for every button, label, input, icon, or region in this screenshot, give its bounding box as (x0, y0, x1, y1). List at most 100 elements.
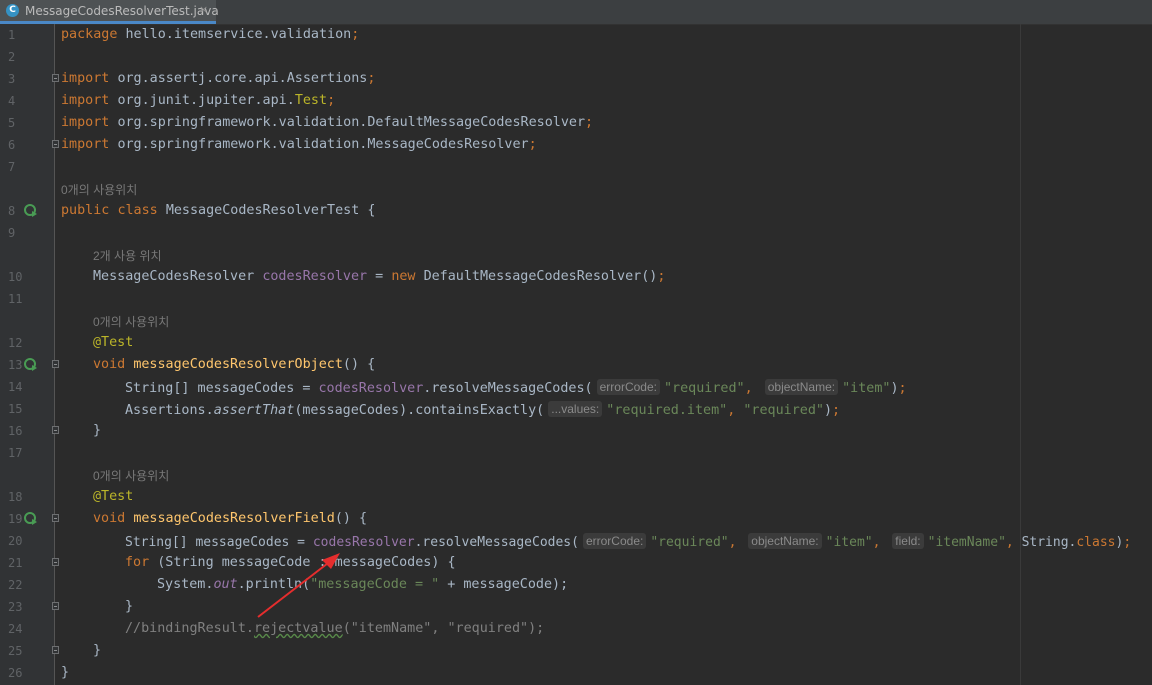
line-number: 18 (8, 490, 23, 504)
code-line: 5 import org.springframework.validation.… (0, 112, 1152, 134)
usage-hint-row: 0개의 사용위치 (0, 310, 1152, 332)
usage-hint[interactable]: 0개의 사용위치 (93, 467, 169, 484)
param-hint: field: (892, 533, 924, 549)
code-text[interactable]: import org.assertj.core.api.Assertions; (61, 71, 375, 86)
fold-icon[interactable] (52, 558, 59, 566)
code-line: 8 public class MessageCodesResolverTest … (0, 200, 1152, 222)
java-class-icon: C (6, 4, 19, 17)
run-test-icon[interactable] (24, 512, 38, 526)
code-text[interactable]: Assertions.assertThat(messageCodes).cont… (125, 401, 840, 418)
code-line: 19 void messageCodesResolverField() { (0, 508, 1152, 530)
code-line: 13 void messageCodesResolverObject() { (0, 354, 1152, 376)
line-number: 5 (8, 116, 16, 130)
code-line: 9 (0, 222, 1152, 244)
fold-icon[interactable] (52, 74, 59, 82)
line-number: 4 (8, 94, 16, 108)
code-text[interactable]: for (String messageCode : messageCodes) … (125, 555, 456, 570)
line-number: 9 (8, 226, 16, 240)
code-text[interactable]: @Test (93, 489, 133, 504)
fold-icon[interactable] (52, 360, 59, 368)
fold-icon[interactable] (52, 646, 59, 654)
line-number: 21 (8, 556, 23, 570)
line-number: 25 (8, 644, 23, 658)
code-line: 17 (0, 442, 1152, 464)
line-number: 10 (8, 270, 23, 284)
fold-icon[interactable] (52, 426, 59, 434)
line-number: 20 (8, 534, 23, 548)
usage-hint-row: 0개의 사용위치 (0, 464, 1152, 486)
usage-hint[interactable]: 2개 사용 위치 (93, 247, 162, 264)
code-text[interactable]: } (61, 665, 69, 680)
line-number: 11 (8, 292, 23, 306)
file-tab[interactable]: C MessageCodesResolverTest.java × (0, 0, 219, 24)
code-text[interactable]: System.out.println("messageCode = " + me… (157, 577, 568, 592)
code-line: 12 @Test (0, 332, 1152, 354)
code-line: 4 import org.junit.jupiter.api.Test; (0, 90, 1152, 112)
code-text[interactable]: } (93, 643, 101, 658)
code-line: 6 import org.springframework.validation.… (0, 134, 1152, 156)
fold-icon[interactable] (52, 602, 59, 610)
code-text[interactable]: } (125, 599, 133, 614)
param-hint: ...values: (548, 401, 603, 417)
code-text[interactable]: void messageCodesResolverObject() { (93, 357, 375, 372)
code-line: 7 (0, 156, 1152, 178)
code-line: 15 Assertions.assertThat(messageCodes).c… (0, 398, 1152, 420)
code-line: 16 } (0, 420, 1152, 442)
code-line: 21 for (String messageCode : messageCode… (0, 552, 1152, 574)
line-number: 24 (8, 622, 23, 636)
line-number: 2 (8, 50, 16, 64)
line-number: 16 (8, 424, 23, 438)
line-number: 1 (8, 28, 16, 42)
code-text[interactable]: import org.springframework.validation.Me… (61, 137, 537, 152)
line-number: 22 (8, 578, 23, 592)
line-number: 6 (8, 138, 16, 152)
file-tab-label: MessageCodesResolverTest.java (25, 4, 219, 18)
code-text[interactable]: void messageCodesResolverField() { (93, 511, 367, 526)
code-line: 24 //bindingResult.rejectvalue("itemName… (0, 618, 1152, 640)
usage-hint-row: 0개의 사용위치 (0, 178, 1152, 200)
usage-hint[interactable]: 0개의 사용위치 (61, 181, 137, 198)
fold-icon[interactable] (52, 514, 59, 522)
code-line: 26 } (0, 662, 1152, 684)
code-text[interactable]: } (93, 423, 101, 438)
param-hint: errorCode: (596, 379, 660, 395)
line-number: 13 (8, 358, 23, 372)
code-line: 18 @Test (0, 486, 1152, 508)
editor-tab-bar: C MessageCodesResolverTest.java × (0, 0, 1152, 25)
code-line: 1 package hello.itemservice.validation; (0, 24, 1152, 46)
code-line: 20 String[] messageCodes = codesResolver… (0, 530, 1152, 552)
line-number: 23 (8, 600, 23, 614)
line-number: 12 (8, 336, 23, 350)
code-line: 3 import org.assertj.core.api.Assertions… (0, 68, 1152, 90)
code-text[interactable]: package hello.itemservice.validation; (61, 27, 359, 42)
param-hint: errorCode: (582, 533, 647, 549)
code-text[interactable]: @Test (93, 335, 133, 350)
code-line: 22 System.out.println("messageCode = " +… (0, 574, 1152, 596)
code-line: 23 } (0, 596, 1152, 618)
run-test-icon[interactable] (24, 358, 38, 372)
code-text[interactable]: String[] messageCodes = codesResolver.re… (125, 379, 907, 396)
param-hint: objectName: (748, 533, 822, 549)
line-number: 8 (8, 204, 16, 218)
code-text[interactable]: import org.springframework.validation.De… (61, 115, 593, 130)
code-comment[interactable]: //bindingResult.rejectvalue("itemName", … (125, 621, 544, 636)
close-tab-icon[interactable]: × (199, 3, 208, 16)
code-line: 25 } (0, 640, 1152, 662)
line-number: 17 (8, 446, 23, 460)
line-number: 3 (8, 72, 16, 86)
usage-hint-row: 2개 사용 위치 (0, 244, 1152, 266)
code-text[interactable]: String[] messageCodes = codesResolver.re… (125, 533, 1131, 550)
code-text[interactable]: MessageCodesResolver codesResolver = new… (93, 269, 665, 284)
line-number: 7 (8, 160, 16, 174)
code-line: 10 MessageCodesResolver codesResolver = … (0, 266, 1152, 288)
line-number: 19 (8, 512, 23, 526)
run-test-icon[interactable] (24, 204, 38, 218)
code-line: 11 (0, 288, 1152, 310)
code-line: 14 String[] messageCodes = codesResolver… (0, 376, 1152, 398)
fold-icon[interactable] (52, 140, 59, 148)
line-number: 14 (8, 380, 23, 394)
line-number: 15 (8, 402, 23, 416)
usage-hint[interactable]: 0개의 사용위치 (93, 313, 169, 330)
code-text[interactable]: public class MessageCodesResolverTest { (61, 203, 375, 218)
code-text[interactable]: import org.junit.jupiter.api.Test; (61, 93, 335, 108)
